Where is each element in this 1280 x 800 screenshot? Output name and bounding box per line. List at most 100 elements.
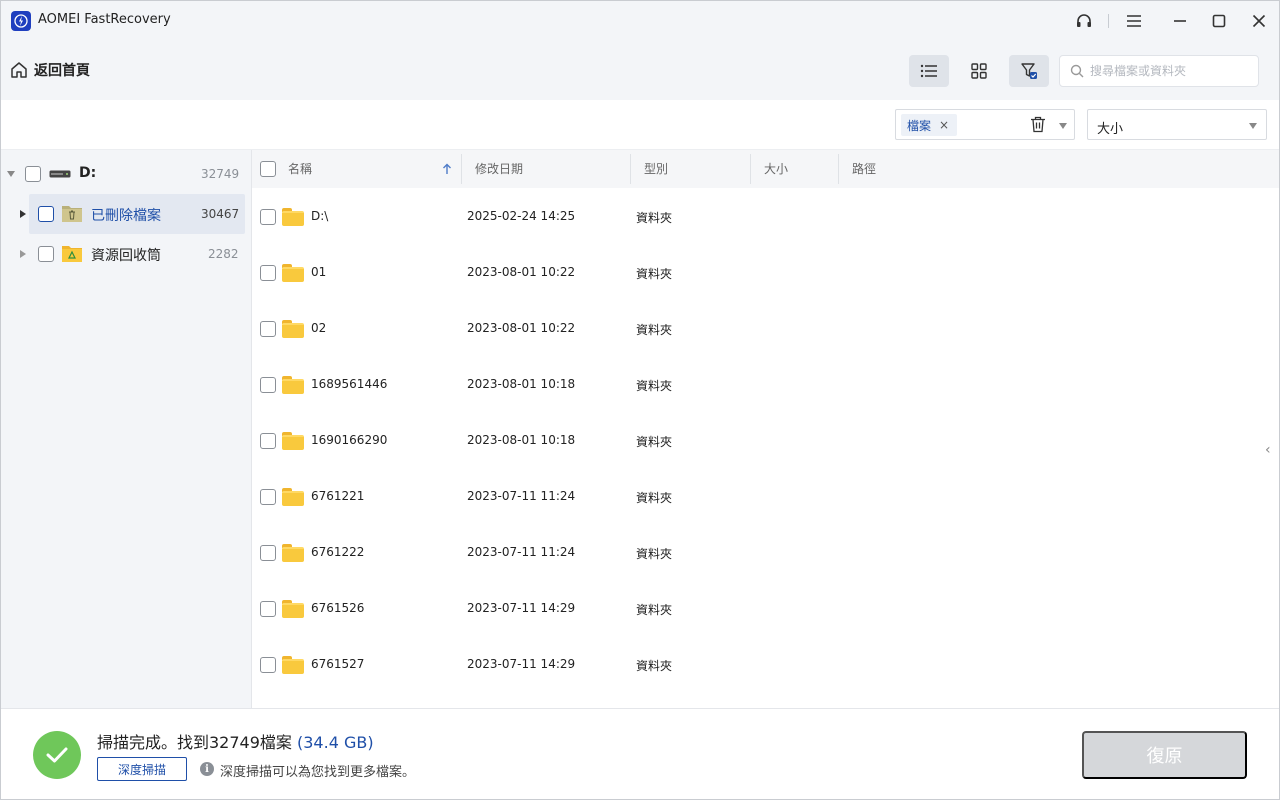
file-type: 資料夾 bbox=[636, 379, 673, 393]
file-modified-date: 2023-08-01 10:22 bbox=[467, 265, 576, 279]
app-title: AOMEI FastRecovery bbox=[38, 12, 171, 27]
recover-button[interactable]: 復原 bbox=[1082, 731, 1247, 779]
tree-item-recycle-bin[interactable]: 資源回收筒 2282 bbox=[0, 234, 252, 274]
row-checkbox[interactable] bbox=[260, 601, 276, 617]
tree-checkbox[interactable] bbox=[38, 246, 54, 262]
select-all-checkbox[interactable] bbox=[260, 161, 276, 177]
table-row[interactable]: 6761527 2023-07-11 14:29 資料夾 bbox=[252, 637, 1272, 693]
row-checkbox[interactable] bbox=[260, 489, 276, 505]
grid-view-button[interactable] bbox=[959, 55, 999, 87]
file-name: 02 bbox=[311, 321, 327, 335]
table-row[interactable]: 01 2023-08-01 10:22 資料夾 bbox=[252, 245, 1272, 301]
maximize-icon[interactable] bbox=[1208, 10, 1230, 32]
row-checkbox[interactable] bbox=[260, 545, 276, 561]
size-filter-label: 大小 bbox=[1097, 122, 1124, 137]
column-divider[interactable] bbox=[838, 154, 839, 184]
tree-checkbox[interactable] bbox=[25, 166, 41, 182]
file-name: 6761527 bbox=[311, 657, 365, 671]
file-modified-date: 2023-08-01 10:18 bbox=[467, 377, 576, 391]
row-checkbox[interactable] bbox=[260, 657, 276, 673]
tree-item-deleted-files[interactable]: 已刪除檔案 30467 bbox=[0, 194, 252, 234]
scan-complete-check-icon bbox=[33, 731, 81, 779]
file-type: 資料夾 bbox=[636, 267, 673, 281]
file-modified-date: 2025-02-24 14:25 bbox=[467, 209, 576, 223]
file-type: 資料夾 bbox=[636, 659, 673, 673]
column-divider[interactable] bbox=[630, 154, 631, 184]
row-checkbox[interactable] bbox=[260, 265, 276, 281]
filter-chip-label: 檔案 bbox=[907, 118, 932, 133]
folder-icon bbox=[282, 264, 304, 282]
file-name: 6761221 bbox=[311, 489, 365, 503]
file-type: 資料夾 bbox=[636, 435, 673, 449]
file-modified-date: 2023-08-01 10:22 bbox=[467, 321, 576, 335]
column-header-name[interactable]: 名稱 bbox=[288, 150, 312, 188]
file-modified-date: 2023-07-11 11:24 bbox=[467, 545, 576, 559]
title-separator bbox=[1108, 14, 1109, 28]
row-checkbox[interactable] bbox=[260, 433, 276, 449]
tree-expand-chevron-icon[interactable] bbox=[20, 250, 26, 258]
column-divider[interactable] bbox=[750, 154, 751, 184]
drive-label: D: bbox=[79, 165, 97, 181]
deep-scan-hint: 深度掃描可以為您找到更多檔案。 bbox=[220, 765, 416, 780]
file-type: 資料夾 bbox=[636, 603, 673, 617]
drive-count: 32749 bbox=[201, 167, 240, 181]
tree-collapse-chevron-icon[interactable] bbox=[7, 171, 15, 177]
back-home-label: 返回首頁 bbox=[34, 63, 90, 79]
filter-button[interactable] bbox=[1009, 55, 1049, 87]
clear-filter-trash-icon[interactable] bbox=[1030, 116, 1046, 137]
tree-expand-chevron-icon[interactable] bbox=[20, 210, 26, 218]
column-divider[interactable] bbox=[461, 154, 462, 184]
status-footer: 掃描完成。找到32749檔案 (34.4 GB) 深度掃描 i 深度掃描可以為您… bbox=[0, 708, 1280, 800]
row-checkbox[interactable] bbox=[260, 377, 276, 393]
menu-icon[interactable] bbox=[1123, 10, 1145, 32]
table-row[interactable]: 6761526 2023-07-11 14:29 資料夾 bbox=[252, 581, 1272, 637]
list-view-icon bbox=[920, 64, 937, 78]
table-row[interactable]: 02 2023-08-01 10:22 資料夾 bbox=[252, 301, 1272, 357]
folder-icon bbox=[282, 600, 304, 618]
scan-result-size: (34.4 GB) bbox=[297, 733, 374, 752]
file-name: 1690166290 bbox=[311, 433, 388, 447]
search-input[interactable] bbox=[1090, 64, 1250, 78]
file-name: 01 bbox=[311, 265, 327, 279]
column-header-type[interactable]: 型別 bbox=[644, 150, 668, 188]
table-row[interactable]: 6761221 2023-07-11 11:24 資料夾 bbox=[252, 469, 1272, 525]
support-headset-icon[interactable] bbox=[1073, 10, 1095, 32]
table-row[interactable]: 1690166290 2023-08-01 10:18 資料夾 bbox=[252, 413, 1272, 469]
file-modified-date: 2023-07-11 14:29 bbox=[467, 657, 576, 671]
filter-chip-remove-button[interactable]: × bbox=[939, 118, 949, 132]
row-checkbox[interactable] bbox=[260, 321, 276, 337]
folder-icon bbox=[282, 376, 304, 394]
folder-icon bbox=[282, 320, 304, 338]
size-dropdown-chevron-icon bbox=[1249, 123, 1257, 129]
list-view-button[interactable] bbox=[909, 55, 949, 87]
filter-dropdown-chevron-icon[interactable] bbox=[1059, 123, 1067, 129]
search-box bbox=[1059, 55, 1259, 87]
tree-item-drive-d[interactable]: D: 32749 bbox=[0, 154, 252, 194]
table-row[interactable]: 6761222 2023-07-11 11:24 資料夾 bbox=[252, 525, 1272, 581]
tree-checkbox[interactable] bbox=[38, 206, 54, 222]
file-type-filter[interactable]: 檔案 × bbox=[895, 109, 1075, 140]
file-name: 1689561446 bbox=[311, 377, 388, 391]
column-header-path[interactable]: 路徑 bbox=[852, 150, 876, 188]
folder-icon bbox=[282, 208, 304, 226]
back-home-button[interactable]: 返回首頁 bbox=[10, 60, 90, 80]
file-name: D:\ bbox=[311, 209, 329, 223]
deep-scan-button[interactable]: 深度掃描 bbox=[97, 757, 187, 781]
tree-count-recycle-bin: 2282 bbox=[208, 247, 239, 261]
minimize-icon[interactable] bbox=[1169, 10, 1191, 32]
sort-ascending-arrow-icon[interactable] bbox=[442, 163, 452, 175]
details-panel-toggle-chevron-icon[interactable]: ‹ bbox=[1265, 442, 1271, 458]
file-type: 資料夾 bbox=[636, 211, 673, 225]
column-header-size[interactable]: 大小 bbox=[764, 150, 788, 188]
close-icon[interactable] bbox=[1248, 10, 1270, 32]
table-row[interactable]: D:\ 2025-02-24 14:25 資料夾 bbox=[252, 189, 1272, 245]
size-filter-select[interactable]: 大小 bbox=[1087, 109, 1267, 140]
file-name: 6761222 bbox=[311, 545, 365, 559]
folder-icon bbox=[282, 432, 304, 450]
folder-icon bbox=[282, 544, 304, 562]
table-row[interactable]: 1689561446 2023-08-01 10:18 資料夾 bbox=[252, 357, 1272, 413]
tree-count-deleted-files: 30467 bbox=[201, 207, 240, 221]
column-header-modified-date[interactable]: 修改日期 bbox=[475, 150, 523, 188]
scan-result-message: 掃描完成。找到32749檔案 (34.4 GB) bbox=[97, 729, 374, 753]
row-checkbox[interactable] bbox=[260, 209, 276, 225]
